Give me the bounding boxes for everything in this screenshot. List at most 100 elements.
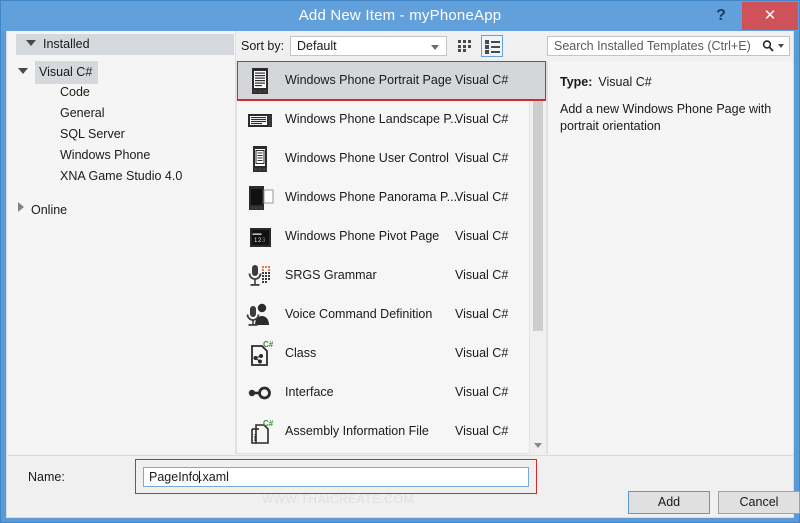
list-toolbar: Sort by: Default Search Installed Templa… <box>236 31 794 61</box>
template-language: Visual C# <box>455 424 509 438</box>
small-icons-view-icon <box>458 40 471 52</box>
name-value-after: .xaml <box>199 470 229 484</box>
tree-item-label: Code <box>60 85 90 99</box>
template-name: Windows Phone Landscape P... <box>285 112 461 126</box>
help-button[interactable]: ? <box>705 1 737 31</box>
template-name: Windows Phone Pivot Page <box>285 229 440 243</box>
template-details-panel: Type: Visual C# Add a new Windows Phone P… <box>547 61 793 454</box>
chevron-down-icon[interactable] <box>778 44 784 48</box>
type-label: Type: <box>560 75 593 89</box>
tree-item-windows-phone[interactable]: Windows Phone <box>8 145 236 166</box>
tree-item-visual-csharp[interactable]: Visual C# <box>8 61 236 84</box>
tree-item-code[interactable]: Code <box>8 82 236 103</box>
template-row-interface[interactable]: Interface Visual C# <box>237 373 546 412</box>
add-new-item-dialog: Add New Item - myPhoneApp ? ✕ Installed … <box>0 0 800 523</box>
installed-header[interactable]: Installed <box>16 34 234 55</box>
search-input[interactable]: Search Installed Templates (Ctrl+E) <box>547 36 790 56</box>
template-language: Visual C# <box>455 73 509 87</box>
name-input[interactable]: PageInfo.xaml <box>143 467 529 487</box>
dialog-body: Installed Visual C# Code General SQL Ser… <box>6 31 800 518</box>
search-icon <box>762 40 774 52</box>
phone-portrait-page-icon <box>252 68 268 94</box>
template-name: Class <box>285 346 317 360</box>
phone-landscape-page-icon <box>248 114 272 127</box>
installed-tree-panel: Installed Visual C# Code General SQL Ser… <box>8 31 236 454</box>
chevron-down-icon <box>431 45 439 50</box>
cancel-button[interactable]: Cancel <box>718 491 800 514</box>
tree-item-label: SQL Server <box>60 127 125 141</box>
tree-item-general[interactable]: General <box>8 103 236 124</box>
template-row-srgs-grammar[interactable]: SRGS Grammar Visual C# <box>237 256 546 295</box>
add-button[interactable]: Add <box>628 491 710 514</box>
template-row-landscape-page[interactable]: Windows Phone Landscape P... Visual C# <box>237 100 546 139</box>
small-icons-view-button[interactable] <box>454 35 476 57</box>
tree-item-label: Visual C# <box>35 61 99 84</box>
svg-text:C#: C# <box>263 419 274 428</box>
template-name: Windows Phone User Control <box>285 151 449 165</box>
chevron-right-icon <box>18 202 24 212</box>
chevron-down-icon <box>534 443 542 448</box>
template-language: Visual C# <box>455 346 509 360</box>
template-row-panorama-page[interactable]: Windows Phone Panorama P... Visual C# <box>237 178 546 217</box>
template-category-tree: Visual C# Code General SQL Server Window… <box>8 61 236 221</box>
chevron-down-icon <box>26 40 36 46</box>
tree-item-label: General <box>60 106 105 120</box>
title-bar: Add New Item - myPhoneApp ? ✕ <box>1 1 799 31</box>
template-list[interactable]: Windows Phone Portrait Page Visual C# Wi… <box>236 61 547 454</box>
watermark: WWW.THAICREATE.COM <box>261 492 415 506</box>
template-row-voice-command[interactable]: Voice Command Definition Visual C# <box>237 295 546 334</box>
tree-item-label: Online <box>31 203 68 217</box>
tree-item-xna-game-studio[interactable]: XNA Game Studio 4.0 <box>8 166 236 187</box>
name-input-value: PageInfo.xaml <box>149 468 229 486</box>
template-name: Voice Command Definition <box>285 307 433 321</box>
template-language: Visual C# <box>455 385 509 399</box>
phone-panorama-page-icon <box>249 186 274 210</box>
template-list-scrollbar[interactable] <box>529 61 546 454</box>
template-row-class[interactable]: C# Class Visual C# <box>237 334 546 373</box>
template-name: Windows Phone Panorama P... <box>285 190 458 204</box>
template-language: Visual C# <box>455 229 509 243</box>
microphone-grammar-icon <box>248 265 270 286</box>
details-list-view-button[interactable] <box>481 35 503 57</box>
search-placeholder: Search Installed Templates (Ctrl+E) <box>554 39 751 53</box>
template-language: Visual C# <box>455 307 509 321</box>
phone-user-control-icon <box>253 146 267 172</box>
template-row-pivot-page[interactable]: 1 2 3 Windows Phone Pivot Page Visual C# <box>237 217 546 256</box>
voice-command-icon <box>246 303 269 326</box>
type-value: Visual C# <box>598 75 652 89</box>
template-name: Interface <box>285 385 334 399</box>
tree-item-sql-server[interactable]: SQL Server <box>8 124 236 145</box>
dialog-title: Add New Item - myPhoneApp <box>298 7 502 24</box>
scroll-down-button[interactable] <box>530 437 546 454</box>
name-label: Name: <box>28 470 65 484</box>
template-language: Visual C# <box>455 112 509 126</box>
details-list-view-icon <box>485 40 500 54</box>
tree-item-label: XNA Game Studio 4.0 <box>60 169 183 183</box>
close-button[interactable]: ✕ <box>742 2 798 30</box>
dialog-footer: Name: PageInfo.xaml WWW.THAICREATE.COM A… <box>8 455 800 516</box>
sort-by-label: Sort by: <box>241 39 285 53</box>
sort-by-dropdown[interactable]: Default <box>290 36 447 56</box>
template-row-assembly-info[interactable]: i C# Assembly Information File Visual C# <box>237 412 546 451</box>
tree-item-online[interactable]: Online <box>8 200 236 221</box>
template-row-portrait-page[interactable]: Windows Phone Portrait Page Visual C# <box>237 61 546 101</box>
template-language: Visual C# <box>455 151 509 165</box>
template-name: SRGS Grammar <box>285 268 377 282</box>
svg-text:C#: C# <box>263 340 274 349</box>
template-name: Assembly Information File <box>285 424 429 438</box>
installed-header-label: Installed <box>43 37 90 51</box>
template-name: Windows Phone Portrait Page <box>285 73 452 87</box>
template-type-line: Type: Visual C# <box>560 75 652 89</box>
template-description: Add a new Windows Phone Page with portra… <box>560 102 772 133</box>
chevron-down-icon <box>18 68 28 74</box>
scrollbar-thumb[interactable] <box>533 81 543 331</box>
interface-icon <box>248 386 271 400</box>
svg-text:i: i <box>254 432 257 444</box>
tree-item-label: Windows Phone <box>60 148 151 162</box>
template-language: Visual C# <box>455 190 509 204</box>
template-row-user-control[interactable]: Windows Phone User Control Visual C# <box>237 139 546 178</box>
assembly-info-file-icon: i C# <box>251 419 274 444</box>
sort-by-value: Default <box>297 39 337 53</box>
template-language: Visual C# <box>455 268 509 282</box>
phone-pivot-page-icon: 1 2 3 <box>250 228 271 247</box>
